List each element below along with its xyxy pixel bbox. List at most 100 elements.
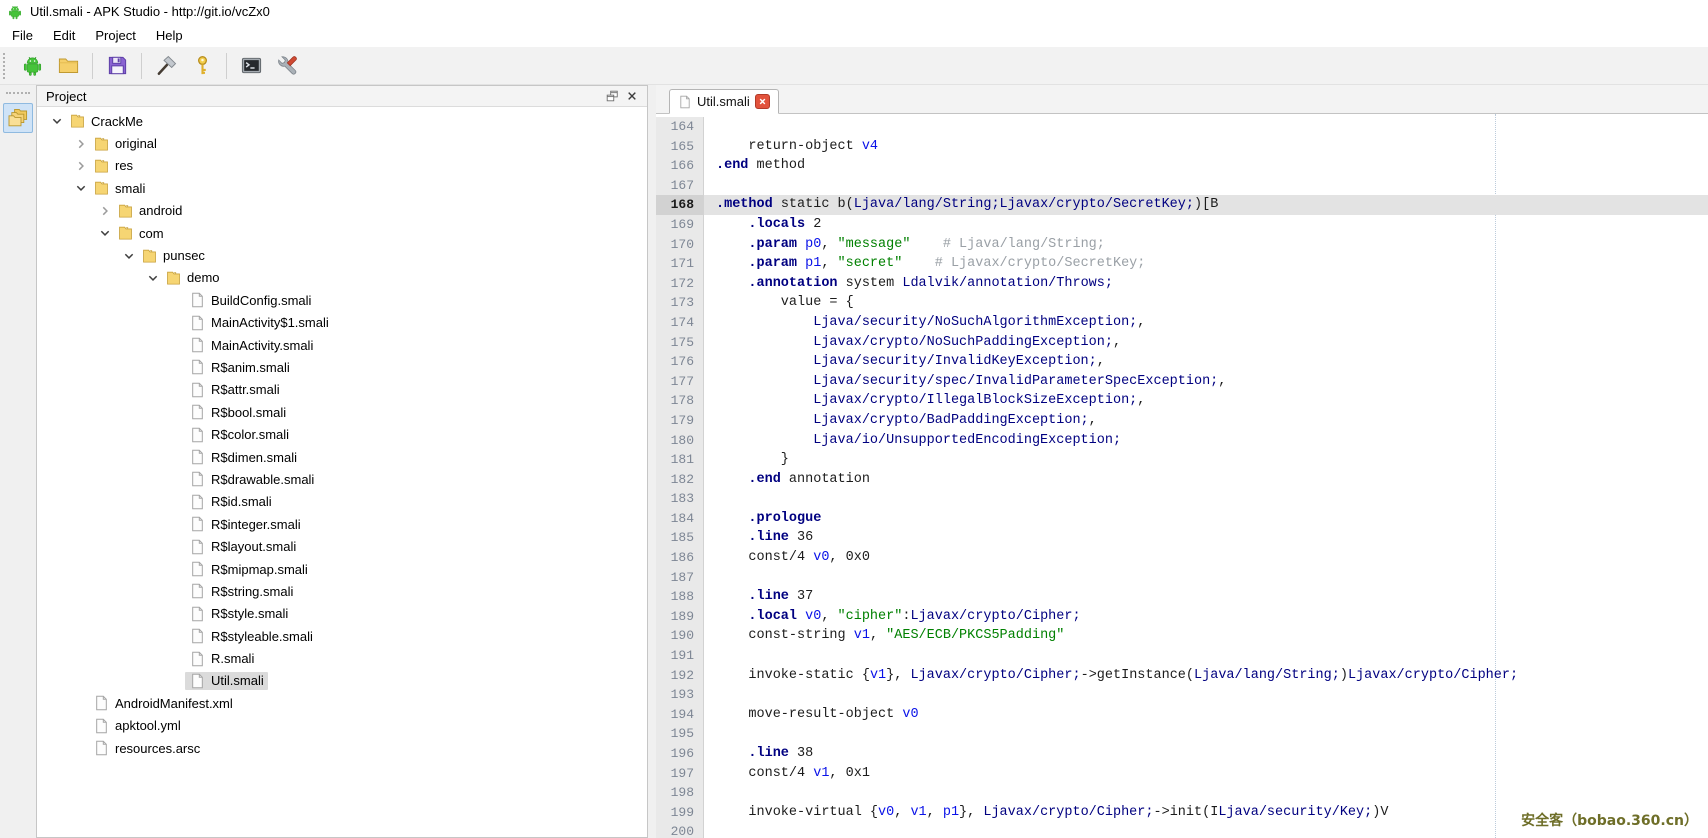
tree-item-body: CrackMe	[65, 112, 147, 130]
panel-splitter[interactable]	[648, 85, 656, 838]
file-icon	[189, 539, 206, 555]
menu-bar: FileEditProjectHelp	[0, 23, 1708, 47]
code-line[interactable]: 194 move-result-object v0	[656, 705, 1708, 725]
tree-item-r-id-smali[interactable]: R$id.smali	[37, 491, 647, 513]
tree-item-smali[interactable]: smali	[37, 177, 647, 199]
chevron-right-icon[interactable]	[73, 136, 89, 152]
chevron-down-icon[interactable]	[49, 113, 65, 129]
chevron-down-icon[interactable]	[73, 180, 89, 196]
tree-item-r-mipmap-smali[interactable]: R$mipmap.smali	[37, 558, 647, 580]
code-line[interactable]: 175 Ljavax/crypto/NoSuchPaddingException…	[656, 333, 1708, 353]
code-line[interactable]: 189 .local v0, "cipher":Ljavax/crypto/Ci…	[656, 607, 1708, 627]
tree-item-androidmanifest-xml[interactable]: AndroidManifest.xml	[37, 692, 647, 714]
code-line[interactable]: 171 .param p1, "secret" # Ljavax/crypto/…	[656, 254, 1708, 274]
code-line[interactable]: 190 const-string v1, "AES/ECB/PKCS5Paddi…	[656, 626, 1708, 646]
close-tab-icon[interactable]	[755, 94, 770, 109]
tree-item-r-anim-smali[interactable]: R$anim.smali	[37, 356, 647, 378]
tree-item-buildconfig-smali[interactable]: BuildConfig.smali	[37, 289, 647, 311]
code-line[interactable]: 167	[656, 176, 1708, 196]
code-line[interactable]: 168.method static b(Ljava/lang/String;Lj…	[656, 195, 1708, 215]
tab-util-smali[interactable]: Util.smali	[669, 89, 779, 114]
code-line-text: invoke-virtual {v0, v1, p1}, Ljavax/cryp…	[704, 803, 1388, 823]
code-line[interactable]: 198	[656, 783, 1708, 803]
code-line[interactable]: 192 invoke-static {v1}, Ljavax/crypto/Ci…	[656, 666, 1708, 686]
tree-item-com[interactable]: com	[37, 222, 647, 244]
tree-item-r-style-smali[interactable]: R$style.smali	[37, 603, 647, 625]
tree-item-crackme[interactable]: CrackMe	[37, 110, 647, 132]
line-number: 193	[656, 685, 704, 705]
menu-edit[interactable]: Edit	[43, 25, 85, 46]
menu-project[interactable]: Project	[85, 25, 145, 46]
tree-item-util-smali[interactable]: Util.smali	[37, 670, 647, 692]
tree-item-r-bool-smali[interactable]: R$bool.smali	[37, 401, 647, 423]
tree-item-r-color-smali[interactable]: R$color.smali	[37, 423, 647, 445]
code-line[interactable]: 187	[656, 568, 1708, 588]
float-panel-button[interactable]	[602, 88, 622, 105]
code-line[interactable]: 186 const/4 v0, 0x0	[656, 548, 1708, 568]
tree-item-r-layout-smali[interactable]: R$layout.smali	[37, 535, 647, 557]
code-line[interactable]: 181 }	[656, 450, 1708, 470]
code-line-text: .param p1, "secret" # Ljavax/crypto/Secr…	[704, 254, 1145, 274]
code-line[interactable]: 177 Ljava/security/spec/InvalidParameter…	[656, 372, 1708, 392]
code-line[interactable]: 188 .line 37	[656, 587, 1708, 607]
project-panel-title: Project	[42, 89, 602, 104]
tree-item-android[interactable]: android	[37, 200, 647, 222]
code-line[interactable]: 166.end method	[656, 156, 1708, 176]
code-line[interactable]: 193	[656, 685, 1708, 705]
chevron-right-icon[interactable]	[97, 203, 113, 219]
chevron-down-icon[interactable]	[145, 270, 161, 286]
code-line[interactable]: 174 Ljava/security/NoSuchAlgorithmExcept…	[656, 313, 1708, 333]
tree-item-demo[interactable]: demo	[37, 267, 647, 289]
code-line[interactable]: 184 .prologue	[656, 509, 1708, 529]
project-folders-button[interactable]	[3, 103, 33, 133]
key-button[interactable]	[184, 50, 220, 82]
code-line[interactable]: 173 value = {	[656, 293, 1708, 313]
menu-file[interactable]: File	[2, 25, 43, 46]
code-line[interactable]: 169 .locals 2	[656, 215, 1708, 235]
tree-item-r-smali[interactable]: R.smali	[37, 647, 647, 669]
code-line[interactable]: 165 return-object v4	[656, 137, 1708, 157]
code-line[interactable]: 179 Ljavax/crypto/BadPaddingException;,	[656, 411, 1708, 431]
tree-item-r-integer-smali[interactable]: R$integer.smali	[37, 513, 647, 535]
tree-item-apktool-yml[interactable]: apktool.yml	[37, 715, 647, 737]
chevron-down-icon[interactable]	[121, 248, 137, 264]
tree-item-r-styleable-smali[interactable]: R$styleable.smali	[37, 625, 647, 647]
code-line[interactable]: 197 const/4 v1, 0x1	[656, 764, 1708, 784]
build-hammer-button[interactable]	[148, 50, 184, 82]
code-line[interactable]: 170 .param p0, "message" # Ljava/lang/St…	[656, 235, 1708, 255]
save-button[interactable]	[99, 50, 135, 82]
code-line[interactable]: 164	[656, 117, 1708, 137]
tree-item-label: R$integer.smali	[211, 517, 301, 532]
terminal-button[interactable]	[233, 50, 269, 82]
menu-help[interactable]: Help	[146, 25, 193, 46]
tree-item-r-string-smali[interactable]: R$string.smali	[37, 580, 647, 602]
open-folder-button[interactable]	[50, 50, 86, 82]
tree-item-r-drawable-smali[interactable]: R$drawable.smali	[37, 468, 647, 490]
chevron-down-icon[interactable]	[97, 225, 113, 241]
code-line[interactable]: 196 .line 38	[656, 744, 1708, 764]
code-line[interactable]: 176 Ljava/security/InvalidKeyException;,	[656, 352, 1708, 372]
code-line[interactable]: 180 Ljava/io/UnsupportedEncodingExceptio…	[656, 431, 1708, 451]
chevron-right-icon[interactable]	[73, 158, 89, 174]
tree-item-res[interactable]: res	[37, 155, 647, 177]
chevron-spacer	[169, 516, 185, 532]
tree-item-r-attr-smali[interactable]: R$attr.smali	[37, 379, 647, 401]
toolbar-drag-handle[interactable]	[3, 53, 9, 79]
tree-item-mainactivity-smali[interactable]: MainActivity.smali	[37, 334, 647, 356]
tree-item-resources-arsc[interactable]: resources.arsc	[37, 737, 647, 759]
android-button[interactable]	[14, 50, 50, 82]
code-line[interactable]: 178 Ljavax/crypto/IllegalBlockSizeExcept…	[656, 391, 1708, 411]
tree-item-r-dimen-smali[interactable]: R$dimen.smali	[37, 446, 647, 468]
code-line[interactable]: 172 .annotation system Ldalvik/annotatio…	[656, 274, 1708, 294]
tree-item-punsec[interactable]: punsec	[37, 244, 647, 266]
code-line[interactable]: 182 .end annotation	[656, 470, 1708, 490]
code-line[interactable]: 185 .line 36	[656, 528, 1708, 548]
code-line[interactable]: 191	[656, 646, 1708, 666]
close-panel-button[interactable]	[622, 88, 642, 105]
tree-item-original[interactable]: original	[37, 132, 647, 154]
dock-drag-handle[interactable]	[6, 92, 30, 98]
code-line[interactable]: 183	[656, 489, 1708, 509]
tree-item-mainactivity-1-smali[interactable]: MainActivity$1.smali	[37, 312, 647, 334]
code-line[interactable]: 195	[656, 724, 1708, 744]
tools-button[interactable]	[269, 50, 305, 82]
